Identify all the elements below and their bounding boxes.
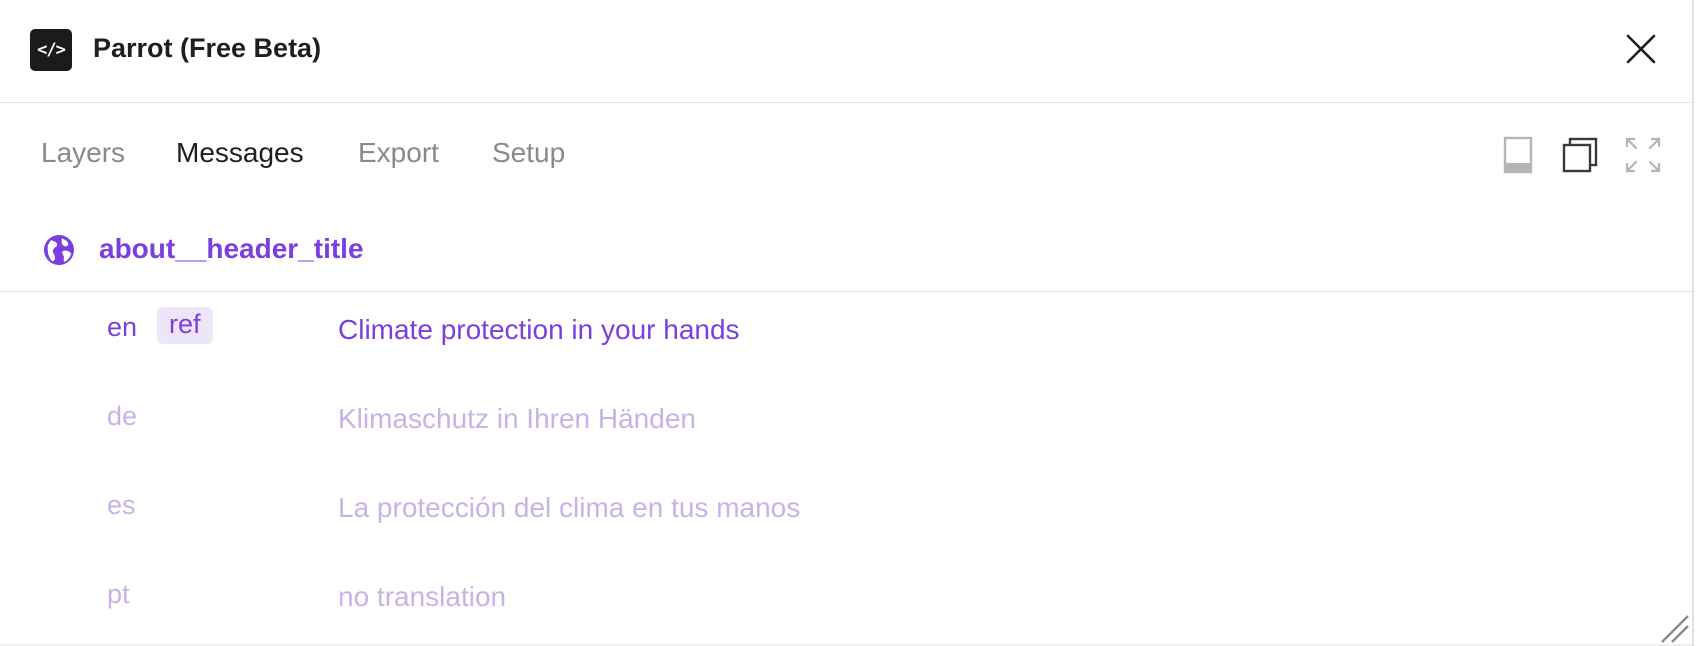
resize-handle-icon[interactable] [1656,610,1690,644]
lang-code: pt [107,579,130,609]
ref-badge: ref [157,307,213,344]
lang-code: es [107,490,136,520]
translation-value: Klimaschutz in Ihren Händen [338,403,696,434]
app-title: Parrot (Free Beta) [93,33,322,63]
lang-code: en [107,312,138,342]
lang-code: de [107,401,138,431]
translation-row-en[interactable]: en ref Climate protection in your hands [0,307,1692,372]
close-icon[interactable] [1624,32,1658,66]
window-view-icon[interactable] [1561,136,1599,174]
translation-row-de[interactable]: de Klimaschutz in Ihren Händen [0,401,1692,461]
tab-messages[interactable]: Messages [176,137,304,169]
message-key-name: about__header_title [99,233,364,264]
translation-row-pt[interactable]: pt no translation [0,579,1692,639]
tab-setup[interactable]: Setup [492,137,565,169]
globe-icon [44,235,74,265]
fullscreen-icon[interactable] [1624,136,1662,174]
tab-layers[interactable]: Layers [41,137,125,169]
code-icon: </> [30,29,72,71]
translation-row-es[interactable]: es La protección del clima en tus manos [0,490,1692,550]
title-bar: </> Parrot (Free Beta) [0,0,1692,103]
translation-value: no translation [338,581,507,612]
translation-value: Climate protection in your hands [338,314,740,345]
message-key-row[interactable]: about__header_title [0,206,1692,292]
plugin-window: </> Parrot (Free Beta) Layers Messages E… [0,0,1694,646]
panel-view-icon[interactable] [1503,136,1533,174]
tab-export[interactable]: Export [358,137,439,169]
translation-value: La protección del clima en tus manos [338,492,801,523]
